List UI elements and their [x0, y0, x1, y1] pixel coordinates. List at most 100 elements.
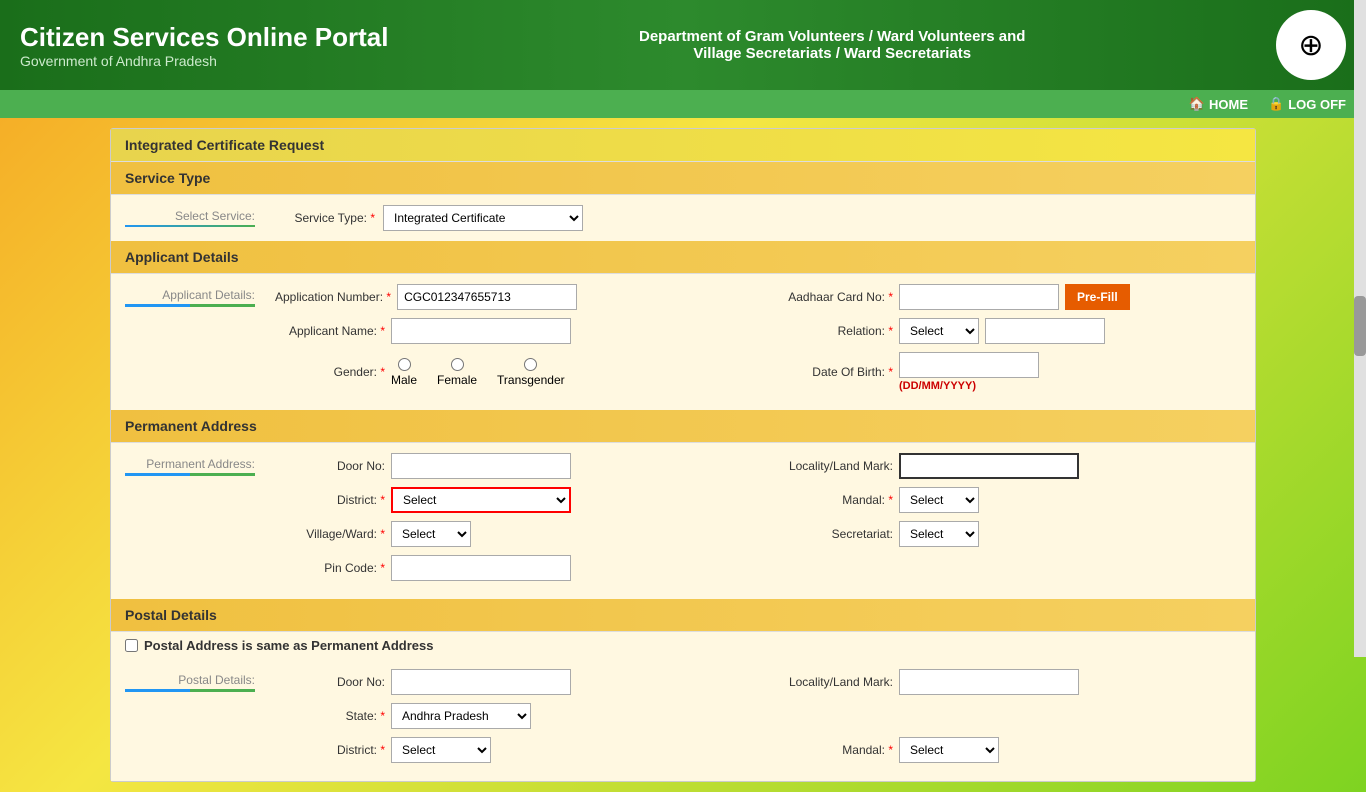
app-number-group: Application Number: * — [275, 284, 753, 310]
secretariat-select[interactable]: Select — [899, 521, 979, 547]
gender-male-radio[interactable] — [398, 358, 411, 371]
home-link[interactable]: 🏠 HOME — [1189, 96, 1248, 112]
district-label: District: * — [275, 493, 385, 507]
postal-state-select[interactable]: Andhra PradeshTelangana — [391, 703, 531, 729]
postal-mandal-group: Mandal: * Select — [763, 737, 1241, 763]
service-type-select[interactable]: Integrated Certificate — [383, 205, 583, 231]
home-label: HOME — [1209, 97, 1248, 112]
postal-mandal-label: Mandal: * — [763, 743, 893, 757]
header-branding: Citizen Services Online Portal Governmen… — [20, 22, 388, 69]
mandal-select[interactable]: Select — [899, 487, 979, 513]
permanent-address-form: Permanent Address: Door No: Locality/Lan… — [111, 443, 1255, 599]
village-label: Village/Ward: * — [275, 527, 385, 541]
locality-label: Locality/Land Mark: — [763, 459, 893, 473]
postal-locality-label: Locality/Land Mark: — [763, 675, 893, 689]
gender-female-radio[interactable] — [451, 358, 464, 371]
mandal-group: Mandal: * Select — [763, 487, 1241, 513]
postal-door-label: Door No: — [275, 675, 385, 689]
gender-transgender: Transgender — [497, 358, 565, 387]
gender-transgender-radio[interactable] — [524, 358, 537, 371]
scrollbar[interactable] — [1354, 0, 1366, 657]
village-group: Village/Ward: * Select — [275, 521, 753, 547]
pin-code-input[interactable] — [391, 555, 571, 581]
postal-door-input[interactable] — [391, 669, 571, 695]
dept-line1: Department of Gram Volunteers / Ward Vol… — [408, 28, 1256, 45]
secretariat-group: Secretariat: Select — [763, 521, 1241, 547]
postal-state-group: State: * Andhra PradeshTelangana — [275, 703, 1241, 729]
relation-label: Relation: * — [763, 324, 893, 338]
postal-form: Postal Details: Door No: Locality/Land M… — [111, 659, 1255, 781]
postal-locality-input[interactable] — [899, 669, 1079, 695]
aadhaar-group: Aadhaar Card No: * Pre-Fill — [763, 284, 1241, 310]
app-number-input[interactable] — [397, 284, 577, 310]
scrollbar-thumb[interactable] — [1354, 296, 1366, 356]
postal-side-label: Postal Details: — [125, 673, 265, 692]
logoff-link[interactable]: 🔒 LOG OFF — [1268, 96, 1346, 112]
app-number-row: Applicant Details: Application Number: *… — [125, 284, 1241, 310]
district-mandal-row: District: * Select Mandal: * Select — [125, 487, 1241, 513]
postal-door-group: Door No: — [275, 669, 753, 695]
same-as-permanent-label: Postal Address is same as Permanent Addr… — [144, 638, 434, 653]
name-relation-row: Applicant Name: * Relation: * SelectFath… — [125, 318, 1241, 344]
applicant-name-label: Applicant Name: * — [275, 324, 385, 338]
service-type-row: Select Service: Service Type: * Integrat… — [111, 195, 1255, 241]
gender-group: Gender: * Male Female Transgender — [275, 358, 753, 387]
govt-emblem: ⊕ — [1276, 10, 1346, 80]
home-icon: 🏠 — [1189, 96, 1205, 112]
postal-same-row: Postal Address is same as Permanent Addr… — [111, 632, 1255, 659]
gender-dob-row: Gender: * Male Female Transgender — [125, 352, 1241, 392]
app-number-label: Application Number: * — [275, 290, 391, 304]
dob-label: Date Of Birth: * — [763, 365, 893, 379]
postal-district-select[interactable]: Select — [391, 737, 491, 763]
district-select[interactable]: Select — [391, 487, 571, 513]
applicant-name-group: Applicant Name: * — [275, 318, 753, 344]
applicant-form: Applicant Details: Application Number: *… — [111, 274, 1255, 410]
prefill-button[interactable]: Pre-Fill — [1065, 284, 1130, 310]
postal-mandal-select[interactable]: Select — [899, 737, 999, 763]
village-secretariat-row: Village/Ward: * Select Secretariat: Sele… — [125, 521, 1241, 547]
door-no-input[interactable] — [391, 453, 571, 479]
relation-select[interactable]: SelectFatherMotherHusbandSelf — [899, 318, 979, 344]
applicant-details-side-label: Applicant Details: — [125, 288, 265, 307]
page-title-header: Integrated Certificate Request — [111, 129, 1255, 162]
mandal-label: Mandal: * — [763, 493, 893, 507]
aadhaar-label: Aadhaar Card No: * — [763, 290, 893, 304]
secretariat-label: Secretariat: — [763, 527, 893, 541]
portal-title: Citizen Services Online Portal — [20, 22, 388, 53]
page-title: Integrated Certificate Request — [125, 137, 324, 153]
permanent-address-header: Permanent Address — [111, 410, 1255, 443]
same-as-permanent-checkbox[interactable] — [125, 639, 138, 652]
gender-label: Gender: * — [275, 365, 385, 379]
service-type-section-header: Service Type — [111, 162, 1255, 195]
door-no-label: Door No: — [275, 459, 385, 473]
aadhaar-input[interactable] — [899, 284, 1059, 310]
service-type-group: Service Type: * Integrated Certificate — [265, 205, 583, 231]
pin-code-label: Pin Code: * — [275, 561, 385, 575]
logoff-label: LOG OFF — [1288, 97, 1346, 112]
district-group: District: * Select — [275, 487, 753, 513]
pin-code-group: Pin Code: * — [275, 555, 1241, 581]
dob-hint: (DD/MM/YYYY) — [899, 380, 1039, 392]
portal-subtitle: Government of Andhra Pradesh — [20, 53, 388, 69]
locality-input[interactable] — [899, 453, 1079, 479]
relation-group: Relation: * SelectFatherMotherHusbandSel… — [763, 318, 1241, 344]
postal-district-mandal-row: District: * Select Mandal: * Select — [125, 737, 1241, 763]
dob-input[interactable] — [899, 352, 1039, 378]
applicant-name-input[interactable] — [391, 318, 571, 344]
postal-state-label: State: * — [275, 709, 385, 723]
main-content: Integrated Certificate Request Service T… — [110, 128, 1256, 782]
dob-field-group: (DD/MM/YYYY) — [899, 352, 1039, 392]
relation-text-input[interactable] — [985, 318, 1105, 344]
postal-district-label: District: * — [275, 743, 385, 757]
applicant-section-header: Applicant Details — [111, 241, 1255, 274]
door-no-group: Door No: — [275, 453, 753, 479]
village-select[interactable]: Select — [391, 521, 471, 547]
gender-options: Male Female Transgender — [391, 358, 565, 387]
dob-group: Date Of Birth: * (DD/MM/YYYY) — [763, 352, 1241, 392]
navbar: 🏠 HOME 🔒 LOG OFF — [0, 90, 1366, 118]
permanent-side-label: Permanent Address: — [125, 457, 265, 476]
postal-locality-group: Locality/Land Mark: — [763, 669, 1241, 695]
select-service-label: Select Service: — [125, 209, 265, 227]
door-locality-row: Permanent Address: Door No: Locality/Lan… — [125, 453, 1241, 479]
postal-district-group: District: * Select — [275, 737, 753, 763]
